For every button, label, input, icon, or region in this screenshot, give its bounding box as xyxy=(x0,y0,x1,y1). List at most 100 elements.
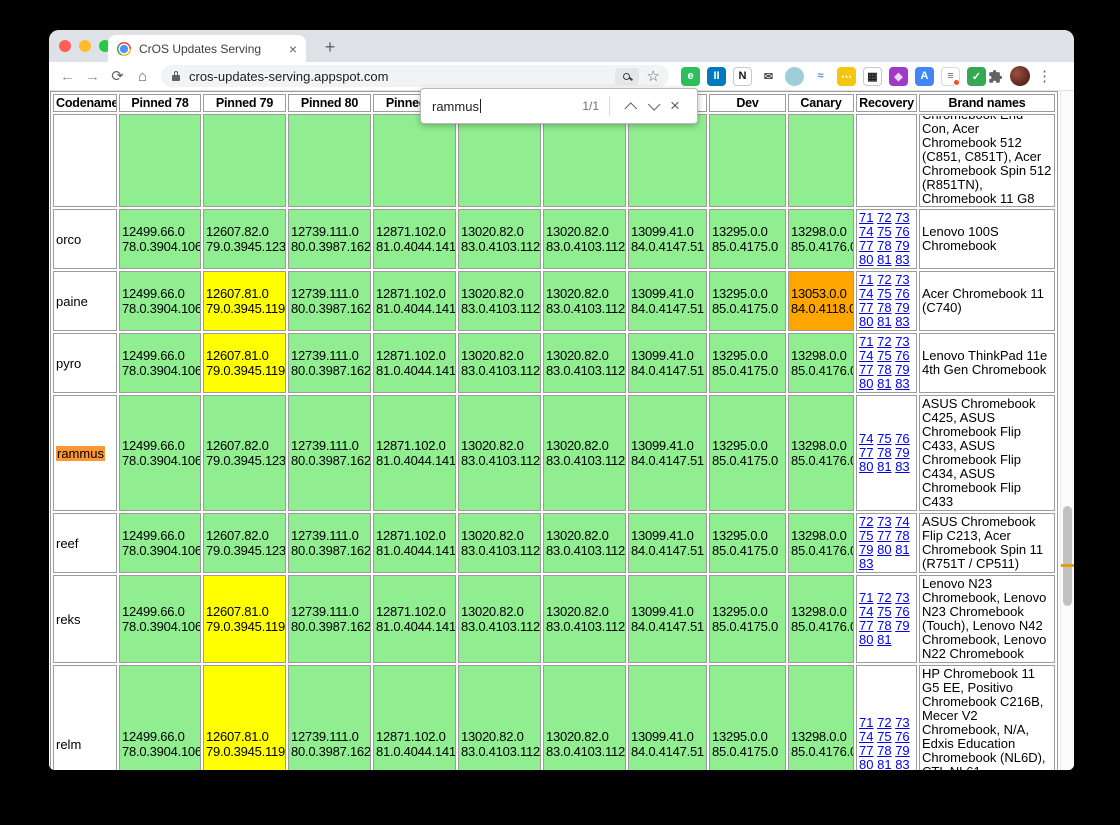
recovery-link[interactable]: 81 xyxy=(877,757,891,770)
back-button[interactable]: ← xyxy=(55,68,80,85)
recovery-link[interactable]: 83 xyxy=(895,314,909,329)
recovery-link[interactable]: 74 xyxy=(859,224,873,239)
recovery-link[interactable]: 83 xyxy=(895,459,909,474)
recovery-link[interactable]: 73 xyxy=(877,514,891,529)
recovery-link[interactable]: 72 xyxy=(877,334,891,349)
recovery-link[interactable]: 79 xyxy=(895,362,909,377)
recovery-link[interactable]: 75 xyxy=(859,528,873,543)
recovery-link[interactable]: 80 xyxy=(859,314,873,329)
recovery-link[interactable]: 77 xyxy=(859,618,873,633)
recovery-link[interactable]: 75 xyxy=(877,348,891,363)
home-button[interactable]: ⌂ xyxy=(130,68,155,85)
recovery-link[interactable]: 76 xyxy=(895,224,909,239)
recovery-link[interactable]: 75 xyxy=(877,729,891,744)
recovery-link[interactable]: 76 xyxy=(895,729,909,744)
find-close-button[interactable]: × xyxy=(664,96,686,116)
recovery-link[interactable]: 79 xyxy=(895,238,909,253)
recovery-link[interactable]: 75 xyxy=(877,224,891,239)
recovery-link[interactable]: 78 xyxy=(877,445,891,460)
recovery-link[interactable]: 80 xyxy=(859,376,873,391)
vertical-scrollbar[interactable] xyxy=(1060,91,1074,770)
recovery-link[interactable]: 78 xyxy=(877,743,891,758)
recovery-link[interactable]: 79 xyxy=(895,618,909,633)
recovery-link[interactable]: 76 xyxy=(895,431,909,446)
recovery-link[interactable]: 81 xyxy=(877,252,891,267)
recovery-link[interactable]: 74 xyxy=(859,348,873,363)
browser-tab[interactable]: CrOS Updates Serving × xyxy=(108,35,306,62)
recovery-link[interactable]: 74 xyxy=(859,729,873,744)
recovery-link[interactable]: 83 xyxy=(895,757,909,770)
extensions-puzzle-icon[interactable] xyxy=(988,69,1003,84)
recovery-link[interactable]: 71 xyxy=(859,334,873,349)
evernote-icon[interactable]: e xyxy=(681,67,700,86)
find-next-button[interactable] xyxy=(642,95,664,117)
recovery-link[interactable]: 80 xyxy=(859,252,873,267)
recovery-link[interactable]: 75 xyxy=(877,431,891,446)
recovery-link[interactable]: 78 xyxy=(877,618,891,633)
recovery-link[interactable]: 71 xyxy=(859,272,873,287)
find-previous-button[interactable] xyxy=(620,95,642,117)
reload-button[interactable]: ⟳ xyxy=(105,67,130,85)
traffic-light-close[interactable] xyxy=(59,40,71,52)
recovery-link[interactable]: 83 xyxy=(895,252,909,267)
recovery-link[interactable]: 77 xyxy=(859,445,873,460)
bookmark-star-icon[interactable]: ☆ xyxy=(647,67,660,85)
recovery-link[interactable]: 73 xyxy=(895,334,909,349)
teal-circle-icon[interactable] xyxy=(785,67,804,86)
recovery-link[interactable]: 76 xyxy=(895,348,909,363)
recovery-link[interactable]: 71 xyxy=(859,590,873,605)
recovery-link[interactable]: 72 xyxy=(877,715,891,730)
recovery-link[interactable]: 78 xyxy=(877,362,891,377)
recovery-link[interactable]: 77 xyxy=(859,743,873,758)
recovery-link[interactable]: 77 xyxy=(859,362,873,377)
recovery-link[interactable]: 76 xyxy=(895,286,909,301)
recovery-link[interactable]: 81 xyxy=(877,632,891,647)
recovery-link[interactable]: 80 xyxy=(859,459,873,474)
recovery-link[interactable]: 79 xyxy=(895,300,909,315)
recovery-link[interactable]: 76 xyxy=(895,604,909,619)
find-input[interactable]: rammus xyxy=(432,99,479,114)
recovery-link[interactable]: 75 xyxy=(877,286,891,301)
address-bar[interactable]: cros-updates-serving.appspot.com ☆ xyxy=(161,65,669,87)
recovery-link[interactable]: 83 xyxy=(895,376,909,391)
translate-icon[interactable]: A xyxy=(915,67,934,86)
dolphin-icon[interactable]: ≈ xyxy=(811,67,830,86)
recovery-link[interactable]: 75 xyxy=(877,604,891,619)
recovery-link[interactable]: 74 xyxy=(859,604,873,619)
recovery-link[interactable]: 81 xyxy=(877,459,891,474)
recovery-link[interactable]: 78 xyxy=(895,528,909,543)
recovery-link[interactable]: 73 xyxy=(895,715,909,730)
profile-avatar[interactable] xyxy=(1010,66,1030,86)
recovery-link[interactable]: 80 xyxy=(859,632,873,647)
forward-button[interactable]: → xyxy=(80,68,105,85)
recovery-link[interactable]: 79 xyxy=(895,743,909,758)
recovery-link[interactable]: 81 xyxy=(877,314,891,329)
recovery-link[interactable]: 72 xyxy=(877,590,891,605)
tab-close-icon[interactable]: × xyxy=(289,42,297,56)
yellow-dots-icon[interactable]: ⋯ xyxy=(837,67,856,86)
recovery-link[interactable]: 77 xyxy=(877,528,891,543)
recovery-link[interactable]: 81 xyxy=(895,542,909,557)
recovery-link[interactable]: 80 xyxy=(877,542,891,557)
recovery-link[interactable]: 77 xyxy=(859,238,873,253)
traffic-light-minimize[interactable] xyxy=(79,40,91,52)
recovery-link[interactable]: 73 xyxy=(895,590,909,605)
new-tab-button[interactable]: + xyxy=(319,37,341,58)
recovery-link[interactable]: 80 xyxy=(859,757,873,770)
trello-icon[interactable]: II xyxy=(707,67,726,86)
recovery-link[interactable]: 72 xyxy=(877,210,891,225)
notion-icon[interactable]: N xyxy=(733,67,752,86)
recovery-link[interactable]: 77 xyxy=(859,300,873,315)
recovery-link[interactable]: 83 xyxy=(859,556,873,571)
recovery-link[interactable]: 74 xyxy=(859,431,873,446)
recovery-link[interactable]: 71 xyxy=(859,715,873,730)
find-in-page-indicator[interactable] xyxy=(615,68,639,85)
tasks-list-icon[interactable]: ≡ xyxy=(941,67,960,86)
mail-icon[interactable]: ✉ xyxy=(759,67,778,86)
recovery-link[interactable]: 74 xyxy=(895,514,909,529)
browser-menu-button[interactable]: ⋮ xyxy=(1037,67,1051,85)
ssl-lock-icon[interactable] xyxy=(170,70,182,82)
recovery-link[interactable]: 78 xyxy=(877,238,891,253)
recovery-link[interactable]: 79 xyxy=(859,542,873,557)
purple-icon[interactable]: ◆ xyxy=(889,67,908,86)
